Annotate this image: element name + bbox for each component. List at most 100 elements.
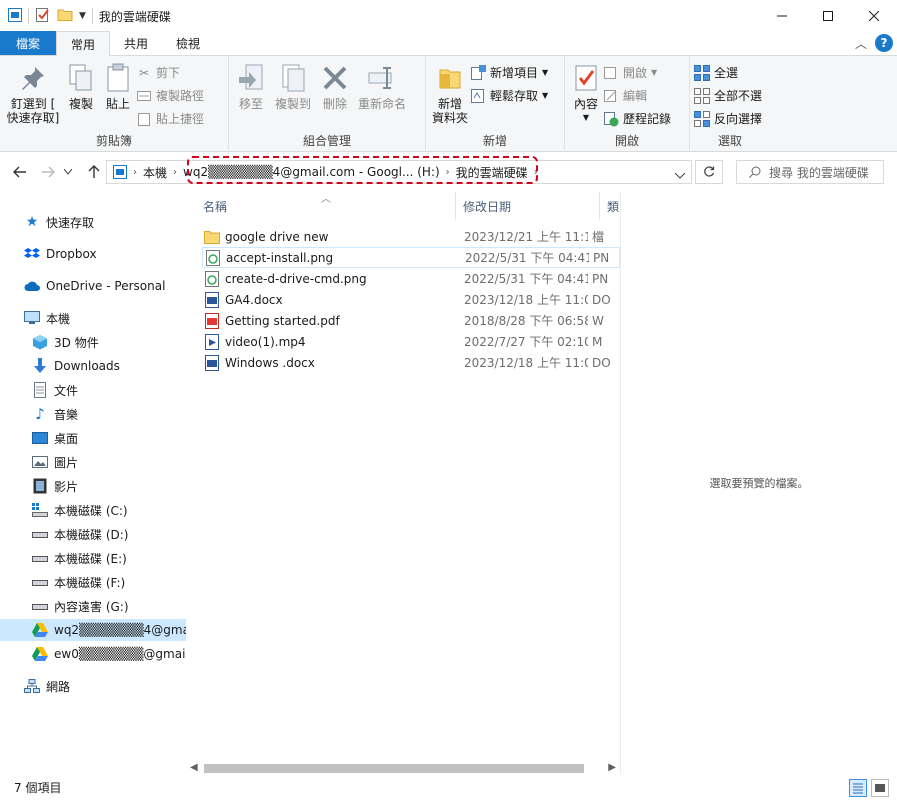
- tab-view[interactable]: 檢視: [162, 31, 214, 55]
- open-label: 開啟: [623, 66, 648, 80]
- nav-drive-e[interactable]: 本機磁碟 (E:): [32, 547, 127, 569]
- pin-to-quick-access-button[interactable]: 釘選到 [ 快速存取]: [4, 60, 62, 127]
- nav-label: 本機磁碟 (D:): [54, 527, 129, 542]
- qat-dropdown-icon[interactable]: ▼: [79, 11, 86, 21]
- up-button[interactable]: [82, 160, 106, 184]
- select-all-button[interactable]: 全選: [694, 62, 762, 83]
- nav-network[interactable]: 網路: [24, 675, 70, 697]
- close-button[interactable]: [851, 0, 897, 32]
- file-row[interactable]: Getting started.pdf 2018/8/28 下午 06:58 W: [202, 310, 620, 331]
- delete-button[interactable]: 刪除: [317, 60, 353, 113]
- open-button[interactable]: 開啟 ▼: [603, 62, 671, 83]
- back-button[interactable]: [8, 160, 32, 184]
- nav-drive-f[interactable]: 本機磁碟 (F:): [32, 571, 125, 593]
- tab-file[interactable]: 檔案: [0, 31, 57, 55]
- copy-to-button[interactable]: 複製到: [269, 60, 317, 113]
- select-none-button[interactable]: 全部不選: [694, 85, 762, 106]
- nav-videos[interactable]: 影片: [32, 475, 78, 497]
- search-icon: [749, 166, 761, 178]
- maximize-button[interactable]: [805, 0, 851, 32]
- network-icon: [24, 678, 40, 694]
- file-name: Windows .docx: [225, 355, 315, 370]
- large-icons-view-button[interactable]: [871, 779, 889, 797]
- video-file-icon: [204, 333, 220, 350]
- tab-share[interactable]: 共用: [110, 31, 162, 55]
- folder-icon: [204, 229, 220, 245]
- column-name-label: 名稱: [203, 199, 228, 214]
- breadcrumb-my-drive[interactable]: 我的雲端硬碟: [452, 164, 532, 181]
- image-file-icon: [204, 270, 220, 287]
- file-row[interactable]: google drive new 2023/12/21 上午 11:16 檔: [202, 226, 620, 247]
- word-file-icon: [204, 354, 220, 371]
- cut-button[interactable]: ✂ 剪下: [136, 62, 204, 83]
- file-date: 2023/12/21 上午 11:16: [464, 230, 588, 244]
- navigation-bar: › 本機 › wq2▒▒▒▒▒▒▒4@gmail.com - Googl... …: [0, 152, 897, 192]
- file-row[interactable]: create-d-drive-cmd.png 2022/5/31 下午 04:4…: [202, 268, 620, 289]
- file-row[interactable]: GA4.docx 2023/12/18 上午 11:03 DO: [202, 289, 620, 310]
- nav-label: Dropbox: [46, 247, 97, 261]
- nav-downloads[interactable]: Downloads: [32, 355, 120, 377]
- nav-drive-g[interactable]: 內容遠害 (G:): [32, 595, 129, 617]
- move-to-button[interactable]: 移至: [233, 60, 269, 113]
- rename-button[interactable]: 重新命名: [353, 60, 411, 113]
- file-row[interactable]: video(1).mp4 2022/7/27 下午 02:10 M: [202, 331, 620, 352]
- organize-group: 移至 複製到 刪除 重新命名 組合管理: [229, 56, 426, 152]
- column-header-type[interactable]: 類: [600, 192, 620, 220]
- open-group-label: 開啟: [614, 134, 639, 148]
- nav-dropbox[interactable]: Dropbox: [24, 243, 97, 265]
- scrollbar-thumb[interactable]: [204, 764, 584, 773]
- file-row[interactable]: Windows .docx 2023/12/18 上午 11:03 DO: [202, 352, 620, 373]
- nav-label: 網路: [46, 679, 71, 694]
- new-folder-button[interactable]: 新增 資料夾: [430, 60, 470, 127]
- nav-google-drive-2[interactable]: ew0▒▒▒▒▒▒▒@gmail.c: [32, 643, 186, 665]
- new-folder-qat-icon[interactable]: [57, 7, 73, 26]
- new-item-button[interactable]: 新增項目 ▼: [470, 62, 548, 83]
- minimize-button[interactable]: [759, 0, 805, 32]
- edit-button[interactable]: 編輯: [603, 85, 671, 106]
- nav-label: Downloads: [54, 359, 120, 373]
- nav-drive-d[interactable]: 本機磁碟 (D:): [32, 523, 128, 545]
- nav-documents[interactable]: 文件: [32, 379, 78, 401]
- invert-selection-button[interactable]: 反向選擇: [694, 108, 762, 129]
- column-type-label: 類: [607, 199, 620, 214]
- address-bar[interactable]: › 本機 › wq2▒▒▒▒▒▒▒4@gmail.com - Googl... …: [106, 160, 692, 184]
- nav-this-pc[interactable]: 本機: [24, 307, 70, 329]
- details-view-button[interactable]: [849, 779, 867, 797]
- nav-3d-objects[interactable]: 3D 物件: [32, 331, 99, 353]
- nav-onedrive[interactable]: OneDrive - Personal: [24, 275, 165, 297]
- nav-pictures[interactable]: 圖片: [32, 451, 78, 473]
- column-header-date[interactable]: 修改日期: [456, 192, 600, 220]
- properties-button[interactable]: 內容 ▼: [569, 60, 603, 127]
- paste-button[interactable]: 貼上: [100, 60, 136, 113]
- nav-google-drive-1[interactable]: wq2▒▒▒▒▒▒▒4@gmail.: [0, 619, 186, 641]
- collapse-ribbon-icon[interactable]: ︿: [855, 35, 867, 52]
- help-icon[interactable]: ?: [875, 34, 893, 52]
- copy-path-button[interactable]: 複製路徑: [136, 85, 204, 106]
- up-arrow-icon: [88, 165, 100, 178]
- nav-quick-access[interactable]: ★ 快速存取: [24, 211, 94, 233]
- nav-desktop[interactable]: 桌面: [32, 427, 78, 449]
- paste-shortcut-button[interactable]: 貼上捷徑: [136, 108, 204, 129]
- search-box[interactable]: 搜尋 我的雲端硬碟: [736, 160, 884, 184]
- breadcrumb-google-drive[interactable]: wq2▒▒▒▒▒▒▒4@gmail.com - Googl... (H:): [179, 165, 444, 179]
- explorer-app-icon[interactable]: [8, 7, 22, 25]
- file-date: 2023/12/18 上午 11:03: [464, 293, 588, 307]
- file-row[interactable]: accept-install.png 2022/5/31 下午 04:41 PN: [202, 247, 620, 268]
- refresh-button[interactable]: [695, 160, 723, 184]
- forward-button[interactable]: [36, 160, 60, 184]
- easy-access-button[interactable]: 輕鬆存取 ▼: [470, 85, 548, 106]
- scroll-left-icon[interactable]: ◀: [190, 762, 198, 773]
- breadcrumb-this-pc[interactable]: 本機: [139, 164, 171, 181]
- recent-locations-button[interactable]: [60, 160, 76, 184]
- properties-checklist-icon[interactable]: [35, 7, 51, 26]
- copy-button[interactable]: 複製: [62, 60, 100, 113]
- new-folder-icon: [439, 69, 461, 89]
- history-button[interactable]: 歷程記錄: [603, 108, 671, 129]
- dropbox-icon: [24, 246, 40, 262]
- address-dropdown-icon[interactable]: [674, 168, 686, 182]
- nav-music[interactable]: ♪ 音樂: [32, 403, 78, 425]
- column-header-name[interactable]: ︿ 名稱: [186, 192, 456, 220]
- tab-home[interactable]: 常用: [56, 31, 111, 56]
- scroll-right-icon[interactable]: ▶: [608, 762, 616, 773]
- nav-drive-c[interactable]: 本機磁碟 (C:): [32, 499, 128, 521]
